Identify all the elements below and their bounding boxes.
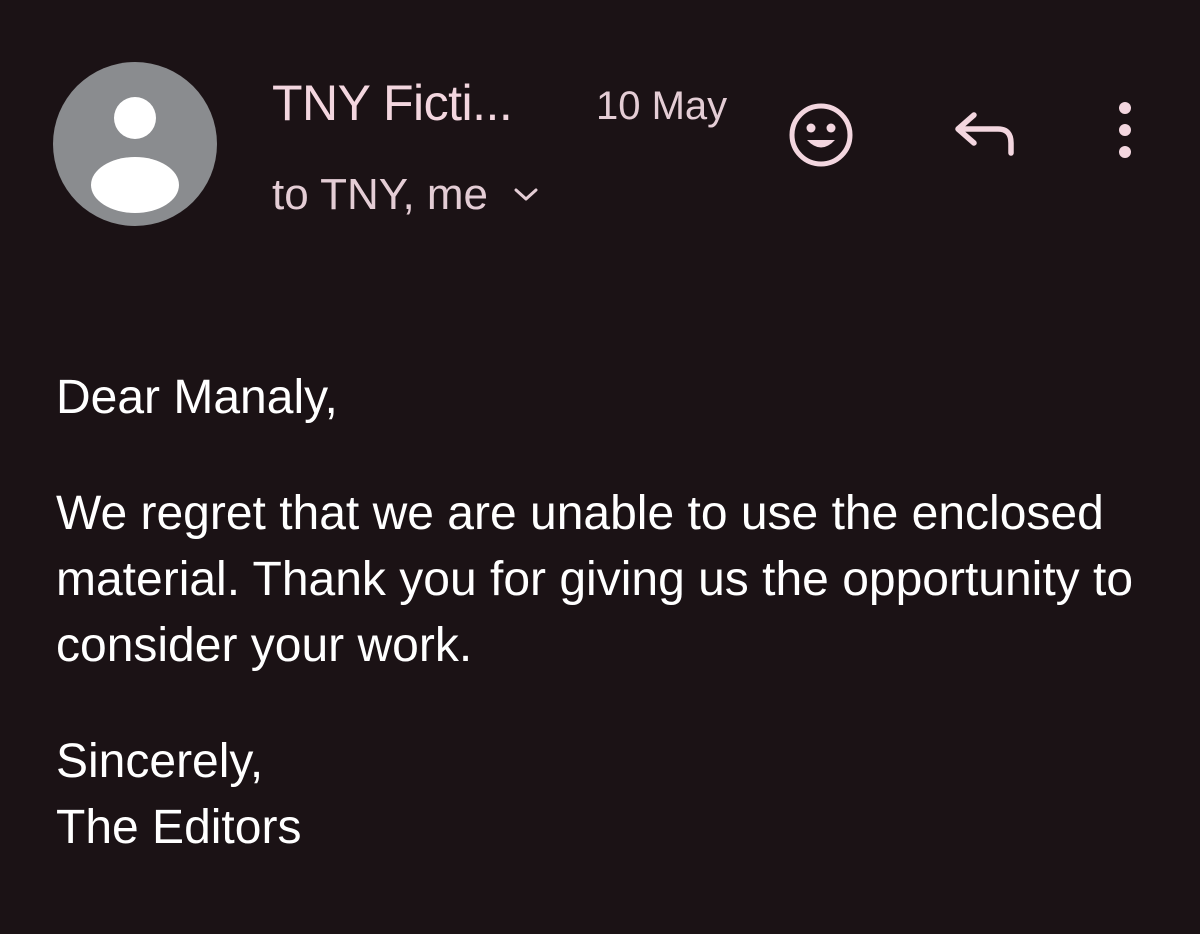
reply-icon — [955, 112, 1014, 156]
reply-button[interactable] — [950, 103, 1020, 163]
email-closing: Sincerely, — [56, 735, 264, 788]
sender-name[interactable]: TNY Ficti... — [272, 74, 513, 132]
more-options-button[interactable] — [1105, 98, 1145, 162]
emoji-reaction-icon — [789, 103, 853, 167]
email-body: Dear Manaly, We regret that we are unabl… — [56, 365, 1156, 861]
person-icon — [91, 97, 179, 213]
more-vert-icon — [1119, 102, 1131, 158]
email-paragraph: We regret that we are unable to use the … — [56, 487, 1134, 672]
email-signature: The Editors — [56, 801, 302, 854]
sender-avatar[interactable] — [53, 62, 217, 226]
chevron-down-icon — [514, 188, 538, 201]
email-greeting: Dear Manaly, — [56, 371, 338, 424]
recipients-toggle[interactable]: to TNY, me — [272, 170, 538, 220]
add-emoji-reaction-button[interactable] — [786, 100, 856, 170]
recipients-label: to TNY, me — [272, 170, 489, 219]
email-date: 10 May — [596, 84, 728, 128]
